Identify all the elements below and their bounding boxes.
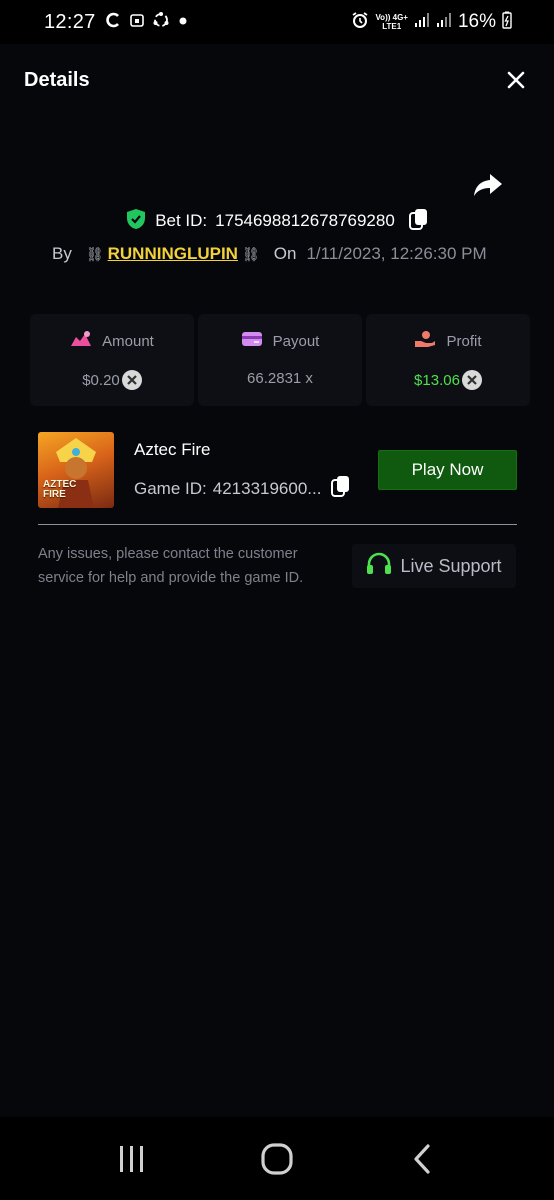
card-icon (241, 330, 263, 352)
share-button[interactable] (472, 168, 504, 200)
stats-panel: Amount $0.20 Payout 66.2831 x Profit $13… (30, 314, 530, 406)
battery-icon (502, 11, 512, 34)
live-support-label: Live Support (400, 555, 502, 576)
by-label: By (52, 244, 72, 263)
divider (38, 524, 517, 525)
on-label: On (273, 244, 297, 263)
amount-label: Amount (102, 332, 154, 350)
profit-hand-icon (414, 330, 436, 352)
network-top: Vo)) 4G+ (375, 13, 408, 22)
game-thumb-title: AZTEC FIRE (43, 480, 76, 500)
android-nav-bar (0, 1117, 554, 1200)
close-icon (507, 71, 525, 89)
stat-payout: Payout 66.2831 x (198, 314, 362, 406)
amount-icon (70, 330, 92, 352)
verified-shield-icon (125, 208, 147, 235)
live-support-button[interactable]: Live Support (352, 544, 516, 588)
game-id-row: Game ID: 4213319600... (134, 475, 351, 502)
status-bar: 12:27 Vo)) 4G+ LTE1 16% (0, 0, 554, 44)
bet-id-row: Bet ID: 1754698812678769280 (0, 206, 554, 236)
stat-amount-head: Amount (70, 330, 154, 352)
coin-icon (121, 370, 142, 390)
signal-icon (414, 12, 430, 33)
copy-icon (331, 476, 350, 497)
amount-value-row: $0.20 (82, 370, 142, 390)
stat-profit: Profit $13.06 (366, 314, 530, 406)
status-left: 12:27 (44, 11, 188, 34)
profit-value: $13.06 (414, 371, 460, 389)
status-right: Vo)) 4G+ LTE1 16% (351, 11, 512, 34)
network-label: Vo)) 4G+ LTE1 (375, 13, 408, 31)
play-now-button[interactable]: Play Now (378, 450, 517, 490)
game-name: Aztec Fire (134, 440, 211, 459)
network-bottom: LTE1 (382, 22, 402, 31)
copy-bet-id-button[interactable] (408, 208, 429, 235)
copy-icon (408, 208, 427, 230)
battery-text: 16% (457, 11, 496, 32)
screen: 12:27 Vo)) 4G+ LTE1 16% Details Bet ID: … (0, 0, 554, 1200)
alarm-icon (351, 11, 369, 34)
header: Details (0, 44, 554, 116)
notification-dot-icon (178, 14, 188, 30)
status-time: 12:27 (44, 10, 96, 33)
signal-icon-2 (436, 12, 452, 33)
share-arrow-icon (474, 174, 502, 196)
game-id-value: 4213319600... (212, 478, 322, 498)
chain-left-icon: ⛓ (85, 245, 104, 262)
bet-id-value: 1754698812678769280 (215, 211, 395, 230)
bet-id-label: Bet ID: (155, 211, 208, 230)
payout-value-row: 66.2831 x (247, 370, 313, 387)
profit-label: Profit (446, 332, 482, 350)
back-button[interactable] (392, 1129, 452, 1189)
headset-icon (366, 552, 392, 581)
by-row: By ⛓ RUNNINGLUPIN ⛓ On 1/11/2023, 12:26:… (52, 240, 487, 268)
profit-value-row: $13.06 (414, 370, 482, 390)
recent-apps-button[interactable] (102, 1129, 162, 1189)
amount-value: $0.20 (82, 371, 120, 389)
stat-profit-head: Profit (414, 330, 482, 352)
home-button[interactable] (247, 1129, 307, 1189)
sync-icon (104, 11, 122, 33)
game-id-label: Game ID: (134, 478, 207, 498)
stat-payout-head: Payout (241, 330, 320, 352)
calendar-icon (129, 13, 144, 31)
copy-game-id-button[interactable] (331, 475, 351, 502)
stat-amount: Amount $0.20 (30, 314, 194, 406)
recent-apps-icon (120, 1145, 144, 1172)
game-thumbnail[interactable]: AZTEC FIRE (38, 432, 114, 508)
coin-icon (461, 370, 482, 390)
home-icon (261, 1142, 293, 1175)
page-title: Details (24, 68, 90, 91)
share-hub-icon (152, 11, 170, 33)
help-text: Any issues, please contact the customer … (38, 546, 304, 586)
payout-value: 66.2831 x (247, 370, 313, 387)
username-link[interactable]: RUNNINGLUPIN (108, 244, 238, 264)
bet-date: 1/11/2023, 12:26:30 PM (306, 244, 487, 263)
thumb-text-2: FIRE (43, 489, 66, 500)
close-button[interactable] (502, 66, 530, 94)
back-chevron-icon (414, 1143, 430, 1174)
chain-right-icon: ⛓ (241, 245, 260, 262)
payout-label: Payout (272, 332, 320, 350)
